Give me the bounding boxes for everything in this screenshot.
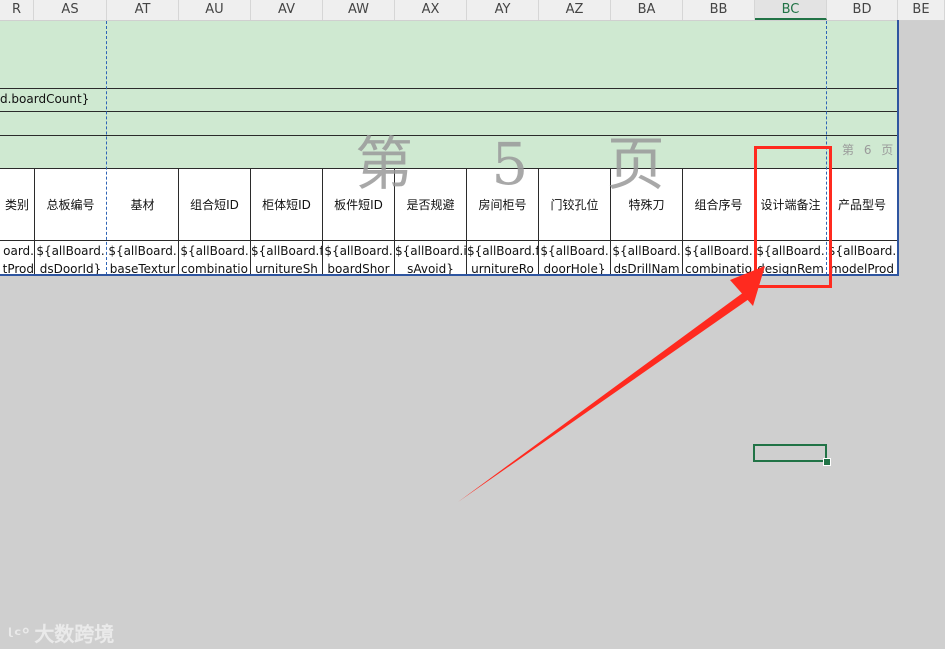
header-cell-board-short-id[interactable]: 板件短ID <box>323 169 394 241</box>
template-cell-combo-sequence[interactable]: ${allBoard. combinatio <box>683 241 754 275</box>
board-count-field[interactable]: d.boardCount} <box>0 92 89 106</box>
template-cell-base-material[interactable]: ${allBoard. baseTextur <box>107 241 178 275</box>
column-header-AZ[interactable]: AZ <box>539 0 611 20</box>
logo-text: 大数跨境 <box>34 622 115 646</box>
column-header-AX[interactable]: AX <box>395 0 467 20</box>
template-cell-cabinet-short-id[interactable]: ${allBoard.f urnitureSh <box>251 241 322 275</box>
header-cell-special-tool[interactable]: 特殊刀 <box>611 169 682 241</box>
column-header-AV[interactable]: AV <box>251 0 323 20</box>
header-cell-base-material[interactable]: 基材 <box>107 169 178 241</box>
template-cell-hinge-hole[interactable]: ${allBoard. doorHole} <box>539 241 610 275</box>
column-header-BE[interactable]: BE <box>898 0 945 20</box>
template-cell-total-board-number[interactable]: ${allBoard. dsDoorId} <box>35 241 106 275</box>
template-cell-avoid[interactable]: ${allBoard.i sAvoid} <box>395 241 466 275</box>
fill-handle[interactable] <box>823 458 831 466</box>
header-cell-category[interactable]: 类别 <box>0 169 34 241</box>
header-cell-combo-short-id[interactable]: 组合短ID <box>179 169 250 241</box>
header-cell-total-board-number[interactable]: 总板编号 <box>35 169 106 241</box>
header-cell-product-model[interactable]: 产品型号 <box>827 169 897 241</box>
header-cell-cabinet-short-id[interactable]: 柜体短ID <box>251 169 322 241</box>
template-cell-product-model[interactable]: ${allBoard. modelProd <box>827 241 897 275</box>
template-cell-combo-short-id[interactable]: ${allBoard. combinatio <box>179 241 250 275</box>
row-border <box>0 88 898 89</box>
print-area-right-border <box>897 20 899 276</box>
column-header-bar: R AS AT AU AV AW AX AY AZ BA BB BC BD BE <box>0 0 945 21</box>
brand-logo: ᶩᶜ° 大数跨境 <box>8 618 114 647</box>
template-cell-board-short-id[interactable]: ${allBoard. boardShor <box>323 241 394 275</box>
column-header-AW[interactable]: AW <box>323 0 395 20</box>
row-border <box>0 111 898 112</box>
highlight-box <box>754 146 832 288</box>
header-cell-avoid[interactable]: 是否规避 <box>395 169 466 241</box>
column-header-AS[interactable]: AS <box>34 0 107 20</box>
template-cell-room-cabinet-number[interactable]: ${allBoard.f urnitureRo <box>467 241 538 275</box>
column-header-AT[interactable]: AT <box>107 0 179 20</box>
header-cell-combo-sequence[interactable]: 组合序号 <box>683 169 754 241</box>
page-watermark-next: 第 6 页 <box>842 143 897 157</box>
template-cell-special-tool[interactable]: ${allBoard. dsDrillNam <box>611 241 682 275</box>
logo-icon: ᶩᶜ° <box>8 625 31 646</box>
active-cell-selection[interactable] <box>753 444 827 462</box>
template-cell-category[interactable]: oard. tProd <box>0 241 34 275</box>
column-header-AY[interactable]: AY <box>467 0 539 20</box>
column-header-AU[interactable]: AU <box>179 0 251 20</box>
column-header-BC[interactable]: BC <box>755 0 827 20</box>
header-cell-hinge-hole[interactable]: 门铰孔位 <box>539 169 610 241</box>
column-header-R[interactable]: R <box>0 0 34 20</box>
column-header-BB[interactable]: BB <box>683 0 755 20</box>
column-header-BD[interactable]: BD <box>827 0 898 20</box>
header-cell-room-cabinet-number[interactable]: 房间柜号 <box>467 169 538 241</box>
column-header-BA[interactable]: BA <box>611 0 683 20</box>
